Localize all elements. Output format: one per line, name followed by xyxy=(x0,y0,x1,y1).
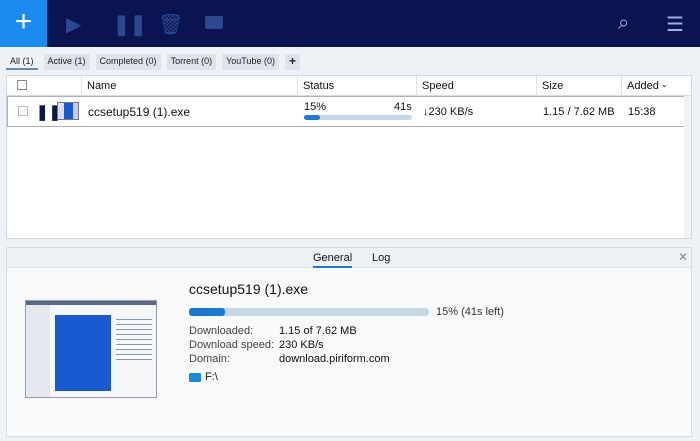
tab-log[interactable]: Log xyxy=(372,252,390,264)
downloaded-label: Downloaded: xyxy=(189,325,254,337)
filter-torrent[interactable]: Torrent (0) xyxy=(166,54,217,70)
progress-bar xyxy=(304,115,412,120)
sort-chevron-icon: ⌄ xyxy=(661,80,668,89)
folder-icon[interactable] xyxy=(205,16,223,29)
details-tabs: General Log ✕ xyxy=(7,248,691,268)
filter-completed[interactable]: Completed (0) xyxy=(95,54,161,70)
col-speed[interactable]: Speed xyxy=(422,80,454,92)
downloaded-value: 1.15 of 7.62 MB xyxy=(279,325,357,337)
file-type-icon xyxy=(57,102,79,120)
speed-value: 230 KB/s xyxy=(279,339,324,351)
detail-progress-text: 15% (41s left) xyxy=(436,306,504,318)
play-icon[interactable]: ▶ xyxy=(66,12,81,37)
close-icon[interactable]: ✕ xyxy=(678,250,688,264)
eta: 41s xyxy=(394,101,412,113)
pause-all-icon[interactable]: ❚❚ xyxy=(113,12,147,37)
col-name[interactable]: Name xyxy=(87,80,116,92)
list-header: Name Status Speed Size Added ⌄ xyxy=(7,76,691,96)
speed: ↓230 KB/s xyxy=(423,106,474,118)
speed-label: Download speed: xyxy=(189,339,275,351)
table-row[interactable]: ❚❚ ccsetup519 (1).exe 15% 41s ↓230 KB/s … xyxy=(7,96,685,127)
select-all-checkbox[interactable] xyxy=(17,80,27,90)
size: 1.15 / 7.62 MB xyxy=(543,106,615,118)
detail-progress-bar xyxy=(189,308,429,316)
progress-percent: 15% xyxy=(304,101,327,113)
scrollbar[interactable] xyxy=(684,96,691,238)
details-panel: General Log ✕ ccsetup519 (1).exe 15% (41… xyxy=(6,247,692,437)
file-name: ccsetup519 (1).exe xyxy=(88,105,191,119)
add-filter-button[interactable]: + xyxy=(284,54,300,70)
filter-all[interactable]: All (1) xyxy=(6,54,38,70)
trash-icon[interactable]: 🗑 xyxy=(158,12,183,37)
added-time: 15:38 xyxy=(628,106,656,118)
toolbar: + ▶ ❚❚ 🗑 ⌕ ☰ xyxy=(0,0,700,47)
search-icon[interactable]: ⌕ xyxy=(618,12,629,35)
col-added[interactable]: Added xyxy=(627,80,659,92)
domain-label: Domain: xyxy=(189,353,230,365)
domain-value: download.piriform.com xyxy=(279,353,390,365)
filter-tabs: All (1) Active (1) Completed (0) Torrent… xyxy=(6,54,300,70)
file-preview-image xyxy=(25,300,157,398)
add-download-button[interactable]: + xyxy=(0,0,47,47)
col-status[interactable]: Status xyxy=(303,80,334,92)
menu-icon[interactable]: ☰ xyxy=(666,12,684,37)
download-list: Name Status Speed Size Added ⌄ ❚❚ ccsetu… xyxy=(6,75,692,239)
detail-title: ccsetup519 (1).exe xyxy=(189,281,309,297)
filter-active[interactable]: Active (1) xyxy=(43,54,90,70)
row-checkbox[interactable] xyxy=(18,106,28,116)
folder-icon xyxy=(189,373,201,382)
tab-general[interactable]: General xyxy=(313,252,353,268)
col-size[interactable]: Size xyxy=(542,80,563,92)
folder-path-link[interactable]: F:\ xyxy=(205,371,218,383)
filter-youtube[interactable]: YouTube (0) xyxy=(222,54,279,70)
